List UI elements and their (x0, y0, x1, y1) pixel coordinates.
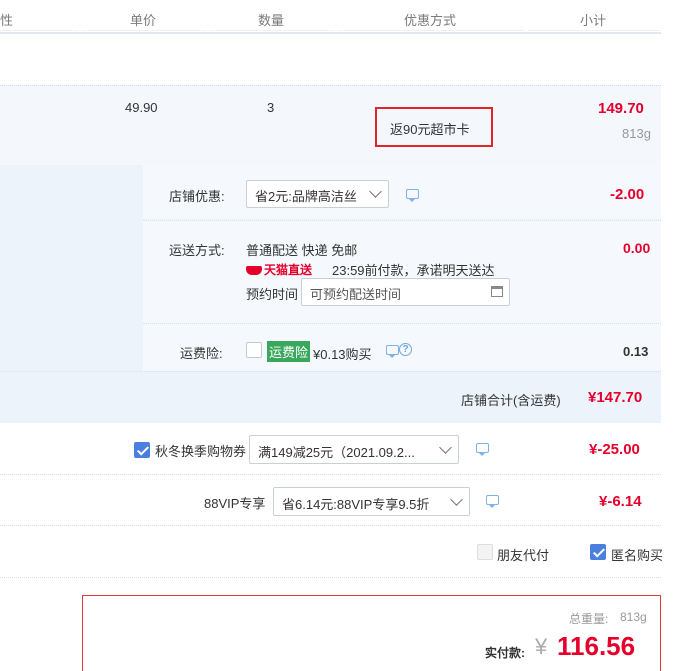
vip-amount: ¥-6.14 (599, 493, 642, 510)
insurance-amount: 0.13 (623, 344, 649, 359)
header-divider (528, 28, 661, 31)
anonymous-checkbox[interactable] (590, 544, 606, 560)
header-divider (338, 28, 524, 31)
coupon-label: 秋冬换季购物券 (155, 444, 247, 459)
chevron-down-icon (450, 493, 463, 506)
coupon-checkbox[interactable] (134, 442, 150, 458)
shipping-method: 普通配送 快递 免邮 (246, 243, 358, 258)
shop-total-row: 店铺合计(含运费) ¥147.70 (0, 371, 661, 423)
message-icon[interactable] (386, 345, 399, 358)
booking-time-input[interactable]: 可预约配送时间 (301, 278, 510, 306)
tmall-direct-badge: 天猫直送 (246, 261, 312, 278)
coupon-row: 秋冬换季购物券 满149减25元（2021.09.2... ¥-25.00 (0, 423, 661, 475)
shipping-row: 运送方式: 普通配送 快递 免邮 天猫直送 23:59前付款，承诺明天送达 预约… (143, 220, 661, 323)
coupon-select-value: 满149减25元（2021.09.2... (258, 445, 415, 460)
shipping-promise: 23:59前付款，承诺明天送达 (332, 263, 495, 278)
promo-tag[interactable]: 返90元超市卡 (390, 119, 469, 138)
vip-select-value: 省6.14元:88VIP专享9.5折 (282, 497, 430, 512)
pay-currency: ¥ (535, 634, 548, 659)
header-promo: 优惠方式 (404, 13, 457, 28)
shop-discount-row: 店铺优惠: 省2元:品牌高洁丝 -2.00 (143, 165, 661, 219)
total-weight-value: 813g (620, 610, 647, 624)
pay-amount: 116.56 (557, 631, 636, 661)
coupon-amount: ¥-25.00 (589, 441, 640, 458)
unit-price: 49.90 (125, 100, 158, 115)
shop-total-amount: ¥147.70 (588, 389, 643, 406)
insurance-checkbox[interactable] (246, 342, 262, 358)
anonymous-label: 匿名购买 (611, 548, 664, 563)
help-icon[interactable]: ? (399, 343, 412, 356)
shop-discount-amount: -2.00 (610, 186, 645, 203)
header-divider (210, 28, 334, 31)
header-divider (82, 28, 206, 31)
message-icon[interactable] (486, 495, 499, 508)
message-icon[interactable] (406, 189, 419, 202)
booking-label: 预约时间 (246, 287, 299, 302)
total-weight-label: 总重量: (569, 612, 609, 626)
friend-pay-label: 朋友代付 (497, 548, 550, 563)
chevron-down-icon (439, 441, 452, 454)
header-subtotal: 小计 (580, 13, 607, 28)
pay-label: 实付款: (485, 646, 525, 660)
table-header: 性 单价 数量 优惠方式 小计 (0, 0, 661, 34)
payment-summary-box: 总重量: 813g 实付款: ¥ 116.56 (82, 595, 661, 671)
header-attr: 性 (0, 13, 14, 28)
header-price: 单价 (130, 13, 157, 28)
shop-discount-select-value: 省2元:品牌高洁丝 (255, 189, 357, 204)
shipping-label: 运送方式: (169, 243, 225, 258)
vip-row: 88VIP专享 省6.14元:88VIP专享9.5折 ¥-6.14 (0, 476, 661, 526)
item-weight: 813g (622, 126, 651, 141)
options-row: 朋友代付 匿名购买 (0, 526, 664, 578)
shop-total-label: 店铺合计(含运费) (461, 393, 561, 408)
quantity: 3 (267, 100, 275, 115)
vip-select[interactable]: 省6.14元:88VIP专享9.5折 (273, 487, 470, 516)
insurance-price: ¥0.13购买 (313, 347, 372, 362)
shop-discount-select[interactable]: 省2元:品牌高洁丝 (246, 180, 389, 208)
chevron-down-icon (369, 185, 382, 198)
coupon-select[interactable]: 满149减25元（2021.09.2... (249, 435, 459, 464)
shipping-amount: 0.00 (623, 240, 651, 256)
header-divider (0, 28, 78, 31)
insurance-label: 运费险: (180, 346, 223, 361)
tmall-badge-text: 天猫直送 (264, 263, 313, 277)
message-icon[interactable] (476, 443, 489, 456)
friend-pay-checkbox[interactable] (477, 544, 493, 560)
promo-highlight-box: 返90元超市卡 (375, 107, 493, 147)
tmall-cat-icon (246, 266, 262, 275)
header-qty: 数量 (258, 13, 285, 28)
vip-label: 88VIP专享 (204, 496, 266, 511)
shop-discount-label: 店铺优惠: (169, 189, 225, 204)
calendar-icon (491, 286, 503, 297)
item-subtotal: 149.70 (598, 100, 644, 117)
cart-item-row: 49.90 3 返90元超市卡 149.70 813g (0, 85, 661, 165)
booking-time-placeholder: 可预约配送时间 (310, 287, 402, 302)
insurance-badge: 运费险 (267, 341, 311, 362)
insurance-row: 运费险: 运费险 ¥0.13购买 ? 0.13 (143, 323, 661, 371)
